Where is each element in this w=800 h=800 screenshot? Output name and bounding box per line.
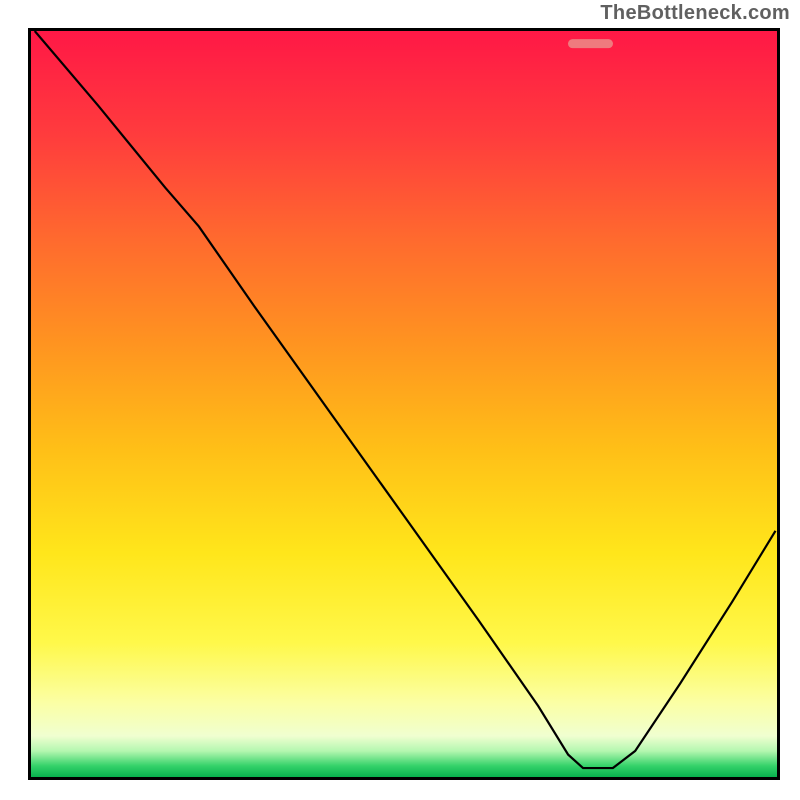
chart-stage: TheBottleneck.com bbox=[0, 0, 800, 800]
plot-area bbox=[28, 28, 780, 780]
watermark-text: TheBottleneck.com bbox=[600, 2, 790, 25]
optimal-marker bbox=[568, 39, 613, 49]
bottleneck-curve bbox=[31, 31, 777, 777]
